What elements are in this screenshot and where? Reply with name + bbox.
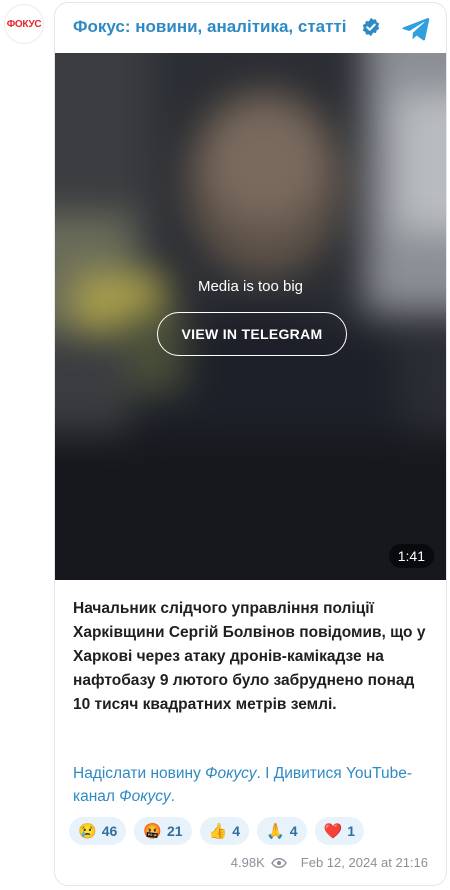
folded-hands-icon: 🙏 bbox=[266, 823, 285, 840]
reaction-thumbs-up[interactable]: 👍 4 bbox=[199, 817, 250, 845]
post-card: Фокус: новини, аналітика, статті Media i… bbox=[54, 2, 447, 886]
cursing-face-icon: 🤬 bbox=[143, 823, 162, 840]
verified-badge-icon bbox=[362, 17, 380, 37]
video-duration-badge: 1:41 bbox=[388, 544, 434, 568]
reaction-angry[interactable]: 🤬 21 bbox=[134, 817, 192, 845]
send-news-link[interactable]: Надіслати новину Фокусу bbox=[73, 765, 256, 782]
view-in-telegram-button[interactable]: VIEW IN TELEGRAM bbox=[157, 312, 347, 356]
post-text: Начальник слідчого управління поліції Ха… bbox=[73, 600, 426, 713]
video-preview[interactable]: Media is too big VIEW IN TELEGRAM 1:41 bbox=[55, 53, 446, 580]
reaction-count: 4 bbox=[232, 823, 241, 839]
reaction-count: 4 bbox=[289, 823, 298, 839]
channel-avatar[interactable]: ФОКУС bbox=[4, 4, 44, 44]
reaction-crying[interactable]: 😢 46 bbox=[69, 817, 127, 845]
channel-name-link[interactable]: Фокус: новини, аналітика, статті bbox=[73, 17, 347, 37]
reaction-pray[interactable]: 🙏 4 bbox=[257, 817, 307, 845]
links-separator: . І bbox=[256, 765, 274, 782]
avatar-logo-text: ФОКУС bbox=[6, 18, 42, 30]
eye-icon bbox=[271, 857, 287, 868]
post-links: Надіслати новину Фокусу. І Дивитися YouT… bbox=[73, 762, 433, 808]
reaction-count: 21 bbox=[166, 823, 183, 839]
telegram-icon[interactable] bbox=[401, 13, 431, 43]
reaction-count: 1 bbox=[347, 823, 355, 839]
post-header: Фокус: новини, аналітика, статті bbox=[55, 3, 446, 53]
media-too-big-message: Media is too big bbox=[197, 278, 304, 295]
view-count: 4.98K bbox=[230, 855, 265, 870]
links-tail: . bbox=[170, 788, 175, 805]
reactions-bar: 😢 46 🤬 21 👍 4 🙏 4 ❤️ 1 bbox=[69, 817, 364, 845]
post-date-link[interactable]: Feb 12, 2024 at 21:16 bbox=[301, 855, 428, 870]
thumbs-up-icon: 👍 bbox=[208, 823, 228, 840]
post-meta: 4.98K Feb 12, 2024 at 21:16 bbox=[231, 855, 428, 870]
crying-face-icon: 😢 bbox=[78, 823, 97, 840]
heart-icon: ❤️ bbox=[323, 823, 343, 840]
reaction-heart[interactable]: ❤️ 1 bbox=[314, 817, 364, 845]
reaction-count: 46 bbox=[101, 823, 118, 839]
